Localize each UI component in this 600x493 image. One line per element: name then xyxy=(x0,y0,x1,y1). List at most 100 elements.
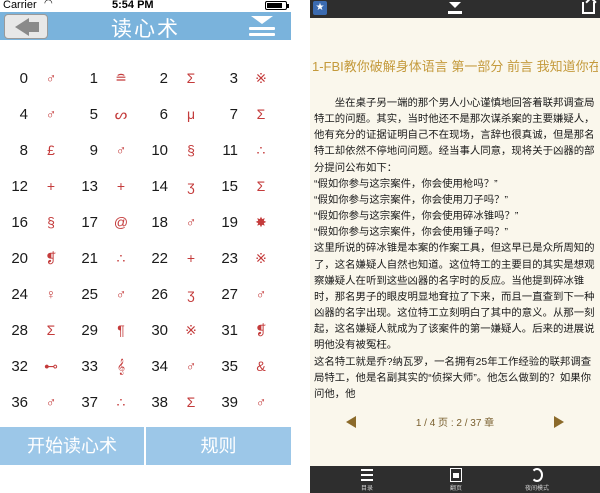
menu-icon[interactable] xyxy=(247,16,277,38)
grid-symbol: ⊷ xyxy=(44,358,58,374)
grid-number: 20 xyxy=(11,250,28,267)
moon-icon xyxy=(531,468,543,482)
grid-symbol: ♂ xyxy=(255,394,267,410)
mind-reading-screen: Carrier ◠ 5:54 PM 读心术 0 ♂ 1 ≘ 2 Σ 3 ※ 4 ♂ 5 ᔕ 6 μ 7 Σ 8 £… xyxy=(0,0,291,493)
grid-cell: 18 ♂ xyxy=(140,214,210,234)
grid-cell: 7Σ xyxy=(210,106,280,126)
quote-line: “假如你参与这宗案件，你会使用碎冰锥吗？” xyxy=(314,211,519,223)
grid-number: 16 xyxy=(11,214,28,231)
grid-number: 6 xyxy=(159,106,168,123)
grid-row: 20 ❡ 21 ∴ 22 +23 ※ xyxy=(0,250,291,270)
grid-symbol: + xyxy=(46,178,56,194)
grid-number: 0 xyxy=(19,70,28,87)
grid-number: 34 xyxy=(151,358,168,375)
grid-row: 4 ♂ 5 ᔕ 6 μ 7 Σ xyxy=(0,106,291,126)
grid-cell: 26 ʒ xyxy=(140,286,210,306)
share-icon[interactable] xyxy=(582,2,595,14)
toolbar-item-moon[interactable]: 夜间模式 xyxy=(517,468,557,492)
grid-number: 30 xyxy=(151,322,168,339)
grid-symbol: ∴ xyxy=(256,142,266,158)
chapter-title: 1-FBI教你破解身体语言 第一部分 前言 我知道你在想什么 xyxy=(312,59,598,74)
grid-symbol: £ xyxy=(47,142,55,158)
grid-cell: 14 ʒ xyxy=(140,178,210,198)
grid-cell: 2Σ xyxy=(140,70,210,90)
paragraph: 这名特工就是乔?纳瓦罗，一名拥有25年工作经验的联邦调查局特工，他是名副其实的“… xyxy=(314,356,592,400)
grid-cell: 37 ∴ xyxy=(70,394,140,414)
grid-row: 36 ♂ 37 ∴ 38 Σ 39 ♂ xyxy=(0,394,291,414)
next-page-icon[interactable] xyxy=(554,416,564,428)
grid-symbol: ♂ xyxy=(255,286,267,302)
grid-symbol: ¶ xyxy=(117,322,125,338)
toolbar-label: 翻页 xyxy=(449,486,462,492)
grid-cell: 12 + xyxy=(0,178,70,198)
grid-cell: 6μ xyxy=(140,106,210,126)
grid-symbol: ʒ xyxy=(187,178,195,194)
reader-screen: ★ 1-FBI教你破解身体语言 第一部分 前言 我知道你在想什么 坐在桌子另一端… xyxy=(310,0,600,493)
grid-number: 4 xyxy=(19,106,28,123)
paragraph: 这里所说的碎冰锥是本案的作案工具，但这早已是众所周知的了，这名嫌疑人自然也知道。… xyxy=(314,243,595,352)
grid-symbol: μ xyxy=(186,106,196,122)
toolbar-item-list[interactable]: 目录 xyxy=(347,468,387,492)
grid-cell: 19 ✸ xyxy=(210,214,280,234)
grid-symbol: ᔕ xyxy=(114,106,128,122)
grid-row: 12 + 13 +14 ʒ 15 Σ xyxy=(0,178,291,198)
grid-number: 15 xyxy=(221,178,238,195)
grid-cell: 35 & xyxy=(210,358,280,378)
navigation-bar: 读心术 xyxy=(0,12,291,41)
grid-number: 25 xyxy=(81,286,98,303)
grid-number: 37 xyxy=(81,394,98,411)
grid-cell: 27 ♂ xyxy=(210,286,280,306)
grid-cell: 8 £ xyxy=(0,142,70,162)
list-line xyxy=(361,474,373,476)
grid-cell: 32 ⊷ xyxy=(0,358,70,378)
reader-top-bar: ★ xyxy=(310,0,600,18)
grid-cell: 31 ❡ xyxy=(210,322,280,342)
grid-number: 38 xyxy=(151,394,168,411)
grid-cell: 36 ♂ xyxy=(0,394,70,414)
grid-row: 8 £9 ♂ 10 § 11 ∴ xyxy=(0,142,291,162)
menu-bar xyxy=(249,33,275,36)
grid-cell: 15 Σ xyxy=(210,178,280,198)
grid-number: 35 xyxy=(221,358,238,375)
grid-symbol: Σ xyxy=(46,322,56,338)
grid-number: 19 xyxy=(221,214,238,231)
rules-button[interactable]: 规则 xyxy=(146,427,291,465)
quote-line: “假如你参与这宗案件，你会使用刀子吗？” xyxy=(314,194,508,206)
grid-number: 13 xyxy=(81,178,98,195)
toolbar-item-page[interactable]: 翻页 xyxy=(436,468,476,492)
quote-line: “假如你参与这宗案件，你会使用锤子吗？” xyxy=(314,227,508,239)
grid-cell: 5ᔕ xyxy=(70,106,140,126)
grid-symbol: ♂ xyxy=(115,142,127,158)
grid-symbol: ∴ xyxy=(116,394,126,410)
grid-number: 24 xyxy=(11,286,28,303)
grid-number: 29 xyxy=(81,322,98,339)
grid-number: 10 xyxy=(151,142,168,159)
grid-number: 36 xyxy=(11,394,28,411)
grid-cell: 0 ♂ xyxy=(0,70,70,90)
grid-symbol: @ xyxy=(113,214,129,230)
bookmark-star-icon[interactable]: ★ xyxy=(313,1,327,15)
grid-cell: 9 ♂ xyxy=(70,142,140,162)
grid-symbol: ※ xyxy=(185,322,197,338)
start-button[interactable]: 开始读心术 xyxy=(0,427,144,465)
download-triangle xyxy=(449,2,461,8)
list-icon xyxy=(361,468,373,482)
grid-number: 28 xyxy=(11,322,28,339)
grid-cell: 24 ♀ xyxy=(0,286,70,306)
grid-symbol: ʒ xyxy=(187,286,195,302)
grid-cell: 23 ※ xyxy=(210,250,280,270)
grid-symbol: § xyxy=(47,214,55,230)
grid-number: 31 xyxy=(221,322,238,339)
grid-number: 26 xyxy=(151,286,168,303)
quote-line: “假如你参与这宗案件，你会使用枪吗？” xyxy=(314,178,498,190)
toolbar-label: 夜间模式 xyxy=(524,486,549,492)
grid-number: 39 xyxy=(221,394,238,411)
download-icon[interactable] xyxy=(448,2,462,16)
status-bar: Carrier ◠ 5:54 PM xyxy=(0,0,291,12)
grid-symbol: ♀ xyxy=(45,286,57,302)
grid-cell: 22 + xyxy=(140,250,210,270)
grid-cell: 25 ♂ xyxy=(70,286,140,306)
grid-number: 1 xyxy=(89,70,98,87)
grid-number: 14 xyxy=(151,178,168,195)
battery-fill xyxy=(267,3,283,8)
